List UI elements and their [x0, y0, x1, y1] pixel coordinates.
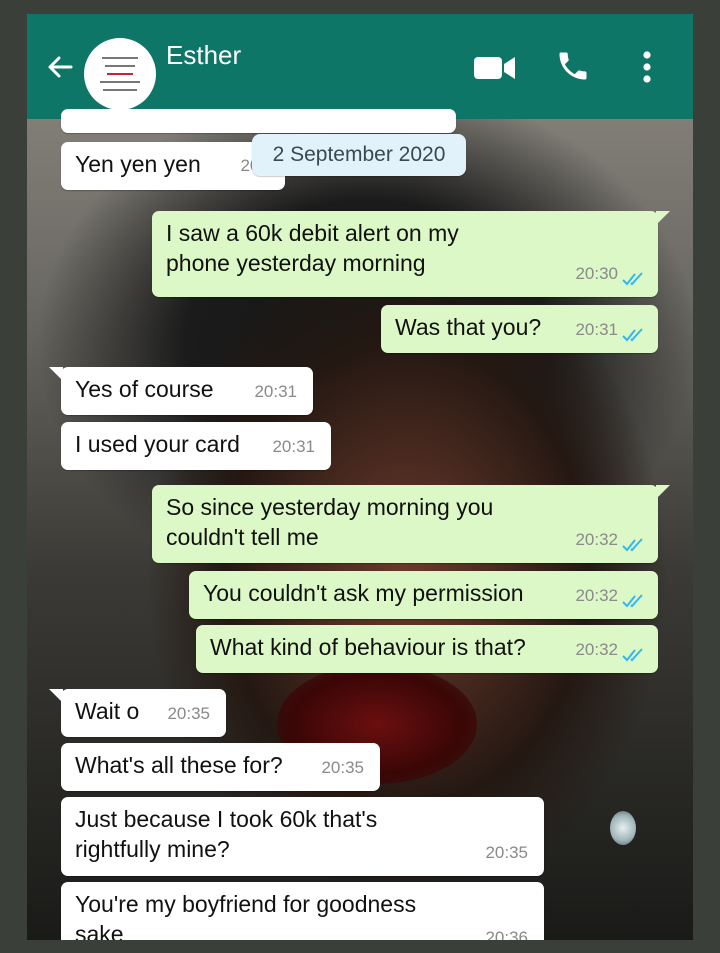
message-time: 20:32: [575, 640, 618, 659]
message-text-line: Just because I took 60k that's: [75, 806, 378, 832]
message-time: 20:35: [485, 843, 528, 862]
message-text: You couldn't ask my permission: [203, 580, 524, 606]
chat-screen: Esther Yen yen yen 20:28 2 September 202…: [27, 14, 693, 940]
arrow-left-icon[interactable]: [45, 52, 75, 82]
message-time: 20:31: [254, 382, 297, 401]
phone-icon[interactable]: [555, 48, 591, 84]
message-text-line: sake: [75, 921, 124, 940]
read-receipt-icon: [622, 272, 643, 286]
message-bubble-outgoing[interactable]: I saw a 60k debit alert on my phone yest…: [152, 211, 670, 297]
message-text: Yes of course: [75, 376, 214, 402]
message-time: 20:32: [575, 530, 618, 549]
read-receipt-icon: [622, 648, 643, 662]
message-time: 20:36: [485, 928, 528, 940]
message-text-line: You're my boyfriend for goodness: [75, 891, 417, 917]
date-separator: 2 September 2020: [252, 134, 466, 176]
read-receipt-icon: [622, 538, 643, 552]
message-bubble-incoming[interactable]: I used your card 20:31: [61, 422, 331, 470]
message-time: 20:32: [575, 586, 618, 605]
more-vertical-icon[interactable]: [639, 50, 655, 84]
message-bubble-incoming[interactable]: Wait o 20:35: [49, 689, 226, 737]
video-call-icon[interactable]: [473, 54, 517, 82]
read-receipt-icon: [622, 328, 643, 342]
message-time: 20:30: [575, 264, 618, 283]
message-bubble-outgoing[interactable]: You couldn't ask my permission 20:32: [189, 571, 658, 619]
read-receipt-icon: [622, 594, 643, 608]
message-text-line: phone yesterday morning: [166, 250, 426, 276]
message-text-line: I saw a 60k debit alert on my: [166, 220, 459, 246]
message-text: Wait o: [75, 698, 140, 724]
message-bubble-partial: [61, 109, 456, 133]
message-time: 20:35: [321, 758, 364, 777]
message-time: 20:35: [167, 704, 210, 723]
message-bubble-incoming[interactable]: What's all these for? 20:35: [61, 743, 380, 791]
message-time: 20:31: [575, 320, 618, 339]
message-list[interactable]: Yen yen yen 20:28 2 September 2020 I saw…: [27, 109, 693, 940]
message-bubble-outgoing[interactable]: What kind of behaviour is that? 20:32: [196, 625, 658, 673]
avatar[interactable]: [84, 38, 156, 110]
message-text-line: couldn't tell me: [166, 524, 319, 550]
message-time: 20:31: [272, 437, 315, 456]
message-text: I used your card: [75, 431, 240, 457]
contact-name[interactable]: Esther: [166, 40, 241, 71]
message-text: What kind of behaviour is that?: [210, 634, 526, 660]
message-text-line: rightfully mine?: [75, 836, 230, 862]
chat-header: Esther: [27, 14, 693, 119]
message-bubble-outgoing[interactable]: Was that you? 20:31: [381, 305, 658, 353]
message-text: Yen yen yen: [75, 151, 201, 177]
message-bubble-incoming[interactable]: You're my boyfriend for goodness sake 20…: [61, 882, 544, 940]
message-bubble-incoming[interactable]: Yes of course 20:31: [49, 367, 313, 415]
message-text-line: So since yesterday morning you: [166, 494, 494, 520]
message-bubble-outgoing[interactable]: So since yesterday morning you couldn't …: [152, 485, 670, 563]
message-text: Was that you?: [395, 314, 542, 340]
message-bubble-incoming[interactable]: Just because I took 60k that's rightfull…: [61, 797, 544, 876]
message-text: What's all these for?: [75, 752, 283, 778]
